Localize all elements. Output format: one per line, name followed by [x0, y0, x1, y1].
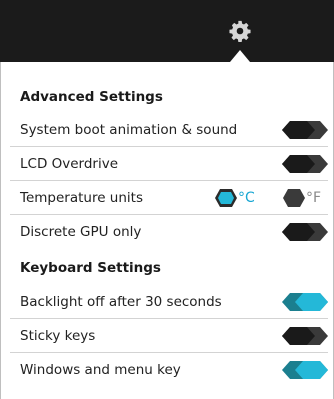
settings-panel: Advanced Settings System boot animation …: [0, 62, 334, 399]
setting-label: Windows and menu key: [20, 362, 181, 378]
sticky-keys-toggle[interactable]: [282, 327, 328, 345]
setting-label: System boot animation & sound: [20, 122, 238, 138]
setting-row-discrete-gpu: Discrete GPU only: [10, 215, 328, 249]
fahrenheit-option[interactable]: °F: [283, 188, 328, 208]
celsius-label: °C: [238, 190, 255, 206]
celsius-radio-icon: [215, 189, 237, 207]
header-bar: [0, 0, 334, 62]
setting-row-sticky-keys: Sticky keys: [10, 319, 328, 353]
discrete-gpu-toggle[interactable]: [282, 223, 328, 241]
setting-label: LCD Overdrive: [20, 156, 119, 172]
setting-label: Backlight off after 30 seconds: [20, 294, 222, 310]
fahrenheit-label: °F: [306, 190, 322, 206]
setting-row-windows-menu-key: Windows and menu key: [10, 353, 328, 387]
gear-icon[interactable]: [229, 20, 251, 42]
setting-label: Sticky keys: [20, 328, 96, 344]
setting-label: Discrete GPU only: [20, 224, 142, 240]
lcd-overdrive-toggle[interactable]: [282, 155, 328, 173]
setting-row-lcd-overdrive: LCD Overdrive: [10, 147, 328, 181]
windows-menu-key-toggle[interactable]: [282, 361, 328, 379]
setting-row-backlight-off: Backlight off after 30 seconds: [10, 285, 328, 319]
setting-label: Temperature units: [20, 190, 143, 206]
header-notch: [230, 50, 250, 62]
setting-row-temperature: Temperature units °C °F: [10, 181, 328, 215]
boot-animation-toggle[interactable]: [282, 121, 328, 139]
setting-row-boot-animation: System boot animation & sound: [10, 113, 328, 147]
section-title-advanced: Advanced Settings: [20, 89, 163, 105]
fahrenheit-radio-icon: [283, 189, 305, 207]
celsius-option[interactable]: °C: [215, 188, 263, 208]
section-title-keyboard: Keyboard Settings: [20, 260, 161, 276]
backlight-off-toggle[interactable]: [282, 293, 328, 311]
